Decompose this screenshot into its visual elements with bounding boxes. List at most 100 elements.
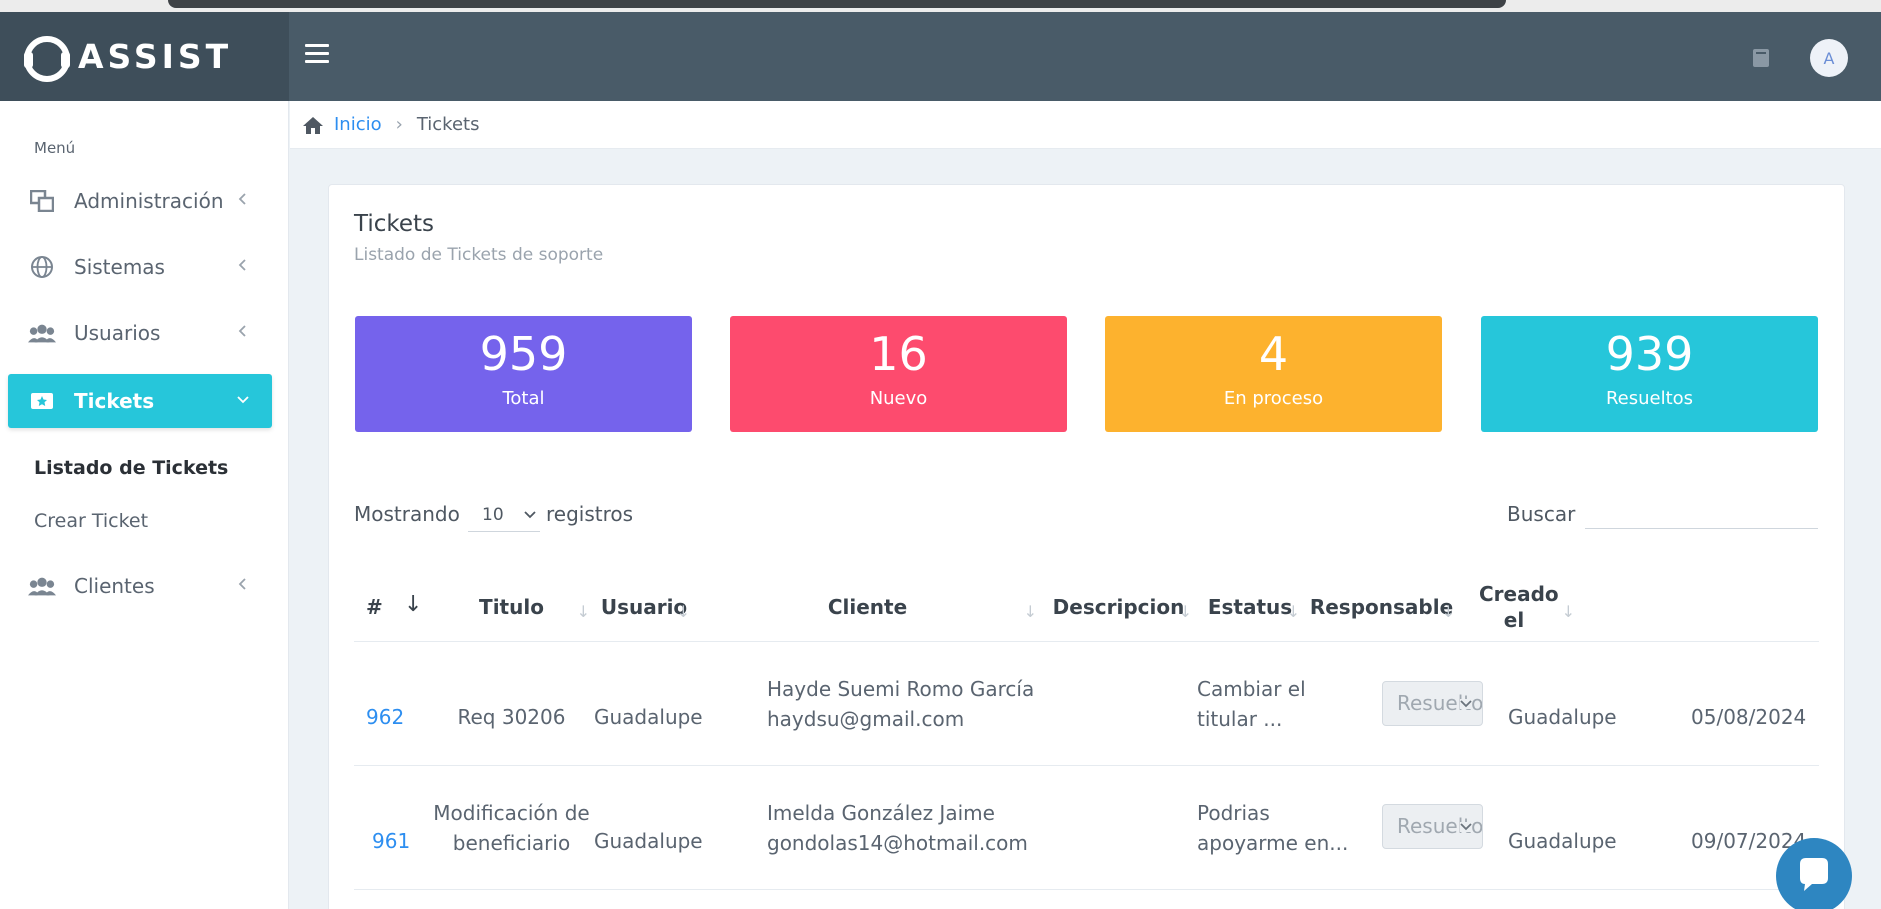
breadcrumb-current: Tickets — [416, 114, 480, 135]
header-divider — [354, 641, 1819, 642]
breadcrumb: Inicio › Tickets — [290, 101, 1881, 149]
show-label: Mostrando — [354, 502, 460, 526]
users-icon — [28, 573, 56, 599]
column-header-descripcion[interactable]: Descripcion ↓ — [1041, 566, 1196, 648]
row-divider — [354, 889, 1819, 890]
sidebar-item-tickets[interactable]: Tickets — [8, 374, 272, 428]
page-length-value: 10 — [482, 505, 504, 525]
chevron-left-icon — [238, 259, 246, 271]
cell-usuario: Guadalupe — [594, 829, 703, 853]
cell-responsable: Guadalupe — [1508, 829, 1617, 853]
sort-icon: ↓ — [1286, 602, 1300, 621]
logo[interactable]: ASSIST — [0, 12, 289, 101]
cell-descripcion: Cambiar el titular ... — [1197, 677, 1306, 731]
stat-total[interactable]: 959 Total — [355, 316, 692, 432]
search-input[interactable] — [1585, 493, 1818, 529]
status-select[interactable]: Resuelto — [1382, 804, 1483, 849]
chevron-down-icon — [237, 396, 249, 404]
search-label: Buscar — [1507, 502, 1576, 526]
page-length-select[interactable]: 10 — [468, 500, 540, 532]
chevron-left-icon — [238, 193, 246, 205]
sidebar-item-sistemas[interactable]: Sistemas — [8, 240, 272, 294]
page-subtitle: Listado de Tickets de soporte — [354, 245, 604, 265]
column-header-estatus[interactable]: Estatus ↓ — [1196, 566, 1304, 648]
sort-icon: ↓ — [676, 602, 690, 621]
stat-label: En proceso — [1223, 388, 1324, 409]
sidebar-item-usuarios[interactable]: Usuarios — [8, 306, 272, 360]
chevron-left-icon — [238, 325, 246, 337]
header-label: Usuario — [600, 595, 688, 619]
user-avatar[interactable]: A — [1810, 39, 1848, 77]
header-label: Cliente — [827, 595, 908, 619]
home-icon[interactable] — [302, 115, 324, 135]
ticket-id-link[interactable]: 961 — [372, 826, 410, 856]
menu-toggle-icon[interactable] — [305, 44, 329, 66]
stat-value: 959 — [479, 327, 568, 381]
column-header-responsable[interactable]: Responsable ↓ — [1304, 566, 1459, 648]
sort-icon: ↓ — [1441, 602, 1455, 621]
stat-label: Total — [502, 388, 545, 409]
sidebar: Menú Administración Sistemas Usuarios Ti… — [0, 101, 289, 909]
sidebar-subitem-crear[interactable]: Crear Ticket — [34, 510, 148, 532]
stat-en-proceso[interactable]: 4 En proceso — [1105, 316, 1442, 432]
header-label: Creado el — [1479, 582, 1559, 632]
cell-responsable: Guadalupe — [1508, 705, 1617, 729]
ticket-icon — [28, 388, 56, 414]
sidebar-item-administracion[interactable]: Administración — [8, 174, 272, 228]
chat-icon — [1800, 858, 1828, 891]
sort-icon: ↓ — [1023, 602, 1037, 621]
header-label: Estatus — [1207, 595, 1293, 619]
sort-icon: ↓ — [1178, 602, 1192, 621]
cell-cliente-email: haydsu@gmail.com — [767, 707, 965, 731]
status-select[interactable]: Resuelto — [1382, 681, 1483, 726]
sidebar-item-label: Administración — [74, 189, 224, 213]
headset-logo-icon — [22, 32, 72, 82]
cell-creado: 05/08/2024 — [1691, 705, 1807, 729]
column-header-id[interactable]: # ↓ — [354, 566, 429, 648]
sidebar-item-label: Usuarios — [74, 321, 161, 345]
sidebar-item-label: Tickets — [74, 389, 155, 413]
tickets-card: Tickets Listado de Tickets de soporte 95… — [328, 184, 1845, 909]
header-label: Titulo — [479, 595, 544, 619]
column-header-cliente[interactable]: Cliente ↓ — [694, 566, 1041, 648]
sidebar-item-label: Clientes — [74, 574, 155, 598]
cell-cliente-nombre: Hayde Suemi Romo García — [767, 677, 1035, 701]
menu-title: Menú — [34, 139, 76, 157]
chevron-down-icon — [524, 511, 536, 519]
chevron-left-icon — [238, 578, 246, 590]
records-label: registros — [546, 502, 634, 526]
stat-label: Nuevo — [869, 388, 928, 409]
ticket-id-link[interactable]: 962 — [366, 702, 404, 732]
cell-usuario: Guadalupe — [594, 705, 703, 729]
column-header-creado[interactable]: Creado el ↓ — [1459, 566, 1579, 648]
breadcrumb-home-link[interactable]: Inicio — [334, 114, 382, 135]
row-divider — [354, 765, 1819, 766]
sort-icon: ↓ — [1561, 602, 1575, 621]
sidebar-item-clientes[interactable]: Clientes — [8, 559, 272, 613]
book-icon[interactable] — [1752, 48, 1770, 68]
cell-descripcion: Podrias apoyarme en... — [1197, 801, 1349, 855]
stat-resueltos[interactable]: 939 Resueltos — [1481, 316, 1818, 432]
header-label: # — [366, 595, 383, 619]
sidebar-subitem-listado[interactable]: Listado de Tickets — [34, 457, 228, 479]
column-header-titulo[interactable]: Titulo ↓ — [429, 566, 594, 648]
cell-titulo: Modificación de beneficiario — [433, 801, 590, 855]
cell-cliente-email: gondolas14@hotmail.com — [767, 831, 1028, 855]
cell-cliente-nombre: Imelda González Jaime — [767, 801, 995, 825]
brand-name: ASSIST — [78, 37, 233, 76]
chat-widget-button[interactable] — [1776, 838, 1852, 909]
sort-desc-icon: ↓ — [404, 592, 423, 617]
chevron-right-icon: › — [395, 114, 403, 135]
stat-label: Resueltos — [1605, 388, 1694, 409]
sidebar-item-label: Sistemas — [74, 255, 165, 279]
users-icon — [28, 320, 56, 346]
stat-value: 4 — [1258, 327, 1289, 381]
page-title: Tickets — [354, 211, 435, 237]
column-header-usuario[interactable]: Usuario ↓ — [594, 566, 694, 648]
browser-bar — [0, 0, 1881, 12]
stat-value: 16 — [869, 327, 928, 381]
chevron-down-icon — [1460, 699, 1472, 709]
header-label: Responsable — [1309, 595, 1454, 619]
globe-icon — [28, 254, 56, 280]
stat-nuevo[interactable]: 16 Nuevo — [730, 316, 1067, 432]
